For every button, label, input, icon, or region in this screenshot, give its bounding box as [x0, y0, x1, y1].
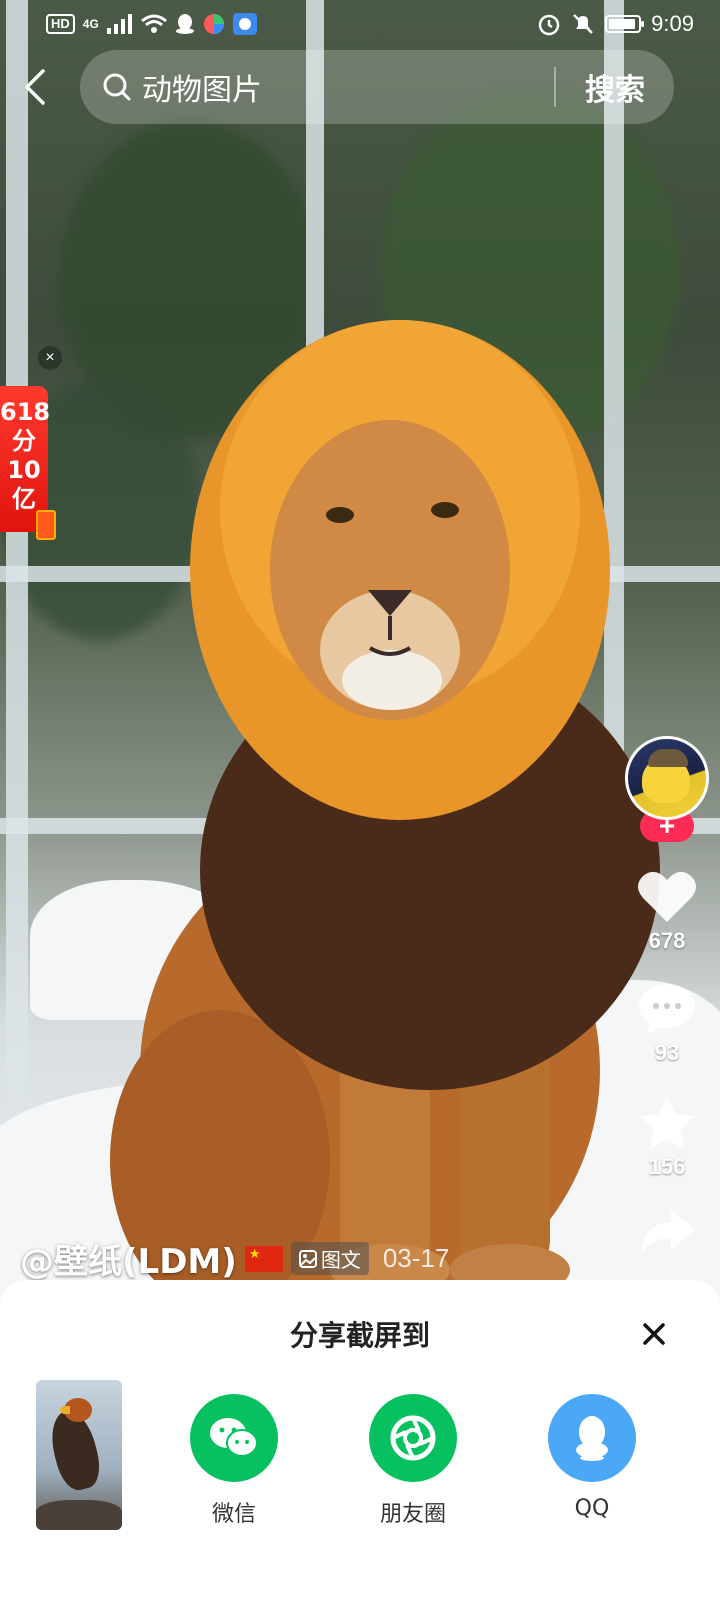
image-icon — [298, 1249, 317, 1268]
cloud-app-icon — [232, 13, 257, 35]
qq-notification-icon — [175, 14, 194, 34]
share-option-moments[interactable]: 朋友圈 — [353, 1394, 473, 1528]
search-box[interactable]: 搜索 — [80, 50, 674, 124]
hd-indicator: HD — [46, 14, 75, 34]
promo-close-button[interactable]: × — [38, 346, 62, 370]
app-notification-icon — [203, 14, 224, 34]
author-name[interactable]: @壁纸(LDM) — [20, 1234, 237, 1283]
top-bar: 搜索 — [0, 50, 720, 124]
share-button[interactable] — [637, 1208, 697, 1256]
post-type-tag: 图文 — [290, 1242, 369, 1275]
status-bar: HD 4G 9:09 — [0, 0, 720, 48]
share-arrow-icon — [641, 1210, 695, 1254]
qq-icon — [548, 1394, 636, 1482]
favorite-count: 156 — [648, 1154, 686, 1179]
lion-illustration — [110, 320, 660, 1310]
wifi-icon — [140, 14, 167, 33]
wechat-icon — [190, 1394, 278, 1482]
screenshot-thumbnail[interactable] — [36, 1380, 122, 1530]
share-option-qq[interactable]: QQ — [532, 1394, 652, 1521]
post-date: 03-17 — [382, 1243, 450, 1273]
heart-icon — [638, 871, 696, 922]
search-button[interactable]: 搜索 — [556, 65, 674, 109]
back-button[interactable] — [0, 50, 70, 124]
share-sheet-title: 分享截屏到 — [289, 1319, 430, 1352]
like-button[interactable]: 678 — [637, 870, 697, 954]
close-button[interactable] — [636, 1316, 672, 1352]
clock: 9:09 — [651, 11, 694, 36]
share-option-wechat[interactable]: 微信 — [174, 1394, 294, 1528]
share-sheet: 分享截屏到 微信 朋友圈 QQ — [0, 1280, 720, 1600]
action-rail: + 678 93 156 — [622, 736, 712, 1256]
moments-icon — [369, 1394, 457, 1482]
alarm-icon — [538, 14, 560, 36]
favorite-button[interactable]: 156 — [637, 1094, 697, 1180]
share-option-label: 朋友圈 — [379, 1502, 446, 1527]
promo-line: 10 — [7, 456, 41, 484]
back-arrow-icon — [25, 69, 45, 105]
post-type-label: 图文 — [320, 1248, 361, 1272]
mute-bell-icon — [573, 14, 594, 34]
comment-count: 93 — [654, 1040, 680, 1065]
search-icon — [103, 73, 131, 101]
share-option-label: 微信 — [211, 1502, 256, 1527]
network-type: 4G — [82, 17, 99, 31]
thumb-bird-beak — [60, 1406, 70, 1414]
battery-icon — [605, 15, 645, 33]
share-option-label: QQ — [574, 1496, 610, 1521]
promo-line: 分 — [12, 427, 36, 455]
post-caption: @壁纸(LDM) 图文 03-17 — [20, 1234, 449, 1283]
promo-line: 618 — [0, 398, 51, 426]
red-envelope-icon — [36, 510, 56, 540]
close-icon — [643, 1323, 665, 1345]
star-icon — [639, 1096, 695, 1149]
signal-icon — [106, 14, 132, 34]
like-count: 678 — [648, 928, 686, 953]
thumb-rock — [36, 1500, 122, 1530]
post-image[interactable] — [0, 0, 720, 1320]
china-flag-icon — [244, 1245, 283, 1272]
avatar-cap — [648, 749, 688, 767]
search-input[interactable] — [142, 69, 554, 105]
comment-icon — [639, 984, 695, 1034]
comment-button[interactable]: 93 — [637, 982, 697, 1066]
author-avatar[interactable] — [625, 736, 709, 820]
